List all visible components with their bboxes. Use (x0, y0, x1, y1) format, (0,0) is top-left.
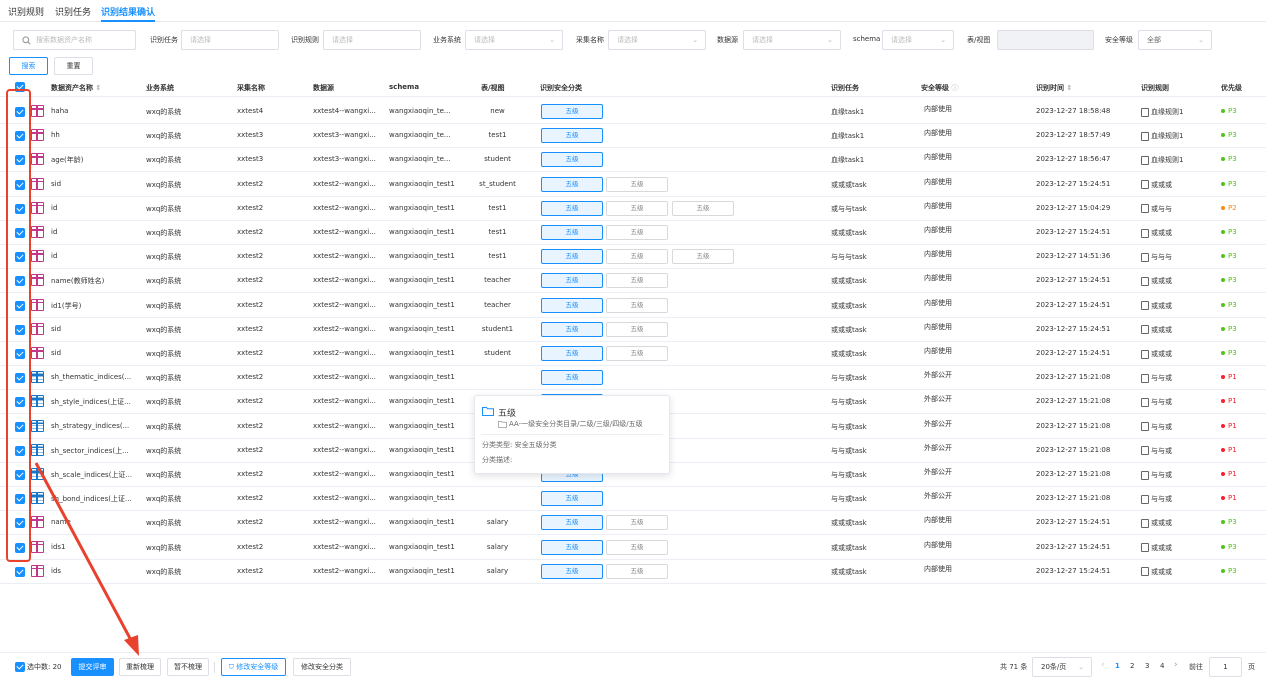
annotation-arrow (34, 462, 139, 656)
